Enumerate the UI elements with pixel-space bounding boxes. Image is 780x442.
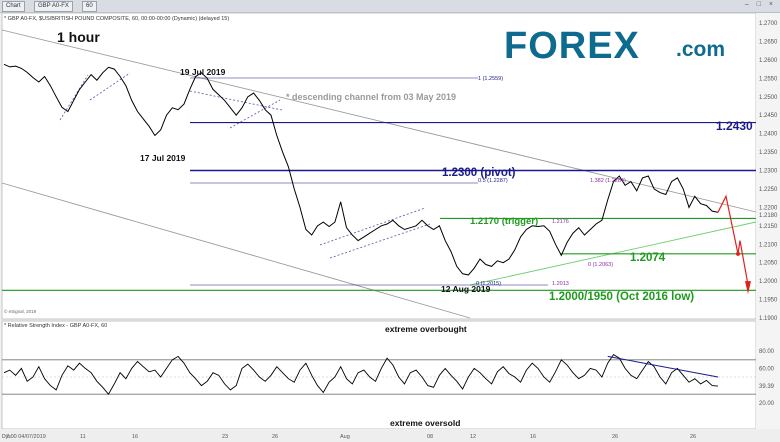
rsi-label-overbought: extreme overbought	[385, 324, 467, 334]
price-y-tick-label: 1.2100	[759, 242, 778, 248]
rsi-y-tick-label: 20.00	[759, 401, 775, 407]
x-tick-label: 12	[470, 434, 476, 440]
price-y-tick-label: 1.2250	[759, 187, 778, 193]
fib-label-1-382: 1.382 (1.2284)	[590, 178, 626, 184]
fib-label-0-2063: 0 (1.2063)	[588, 262, 613, 268]
fib-label-1-2176: 1.2176	[552, 219, 569, 225]
price-y-tick-label: 1.2050	[759, 261, 778, 267]
annotation-17-jul: 17 Jul 2019	[140, 153, 186, 163]
price-y-tick-label: 1.2350	[759, 150, 778, 156]
level-label-1-2430: 1.2430	[716, 119, 753, 133]
price-y-tick-label: 1.2300	[759, 169, 778, 175]
price-y-tick-label: 1.2600	[759, 58, 778, 64]
price-y-tick-label: 1.2150	[759, 224, 778, 230]
watermark: © eSignal, 2019	[4, 308, 37, 314]
fib-label-1-2013: 1.2013	[552, 281, 569, 287]
rsi-y-tick-label: 60.00	[759, 366, 775, 372]
x-tick-label: 08	[427, 434, 433, 440]
x-tick-label: 26	[612, 434, 618, 440]
x-tick-label: 7.00 04/07/2019	[6, 434, 46, 440]
price-panel-header: * GBP A0-FX, $US/BRITISH POUND COMPOSITE…	[4, 16, 229, 22]
price-y-tick-label: 1.1950	[759, 298, 778, 304]
rsi-panel	[1, 320, 757, 430]
logo-suffix: .com	[676, 38, 725, 61]
price-panel	[1, 12, 757, 320]
annotation-19-jul: 19 Jul 2019	[180, 67, 226, 77]
rsi-panel-header: * Relative Strength Index - GBP A0-FX, 6…	[4, 323, 107, 329]
logo-text: FOREX	[504, 25, 640, 67]
fib-label-0-2015: 0 (1.2015)	[476, 281, 501, 287]
x-tick-label: 16	[530, 434, 536, 440]
x-tick-label: 26	[272, 434, 278, 440]
x-tick-label: 16	[132, 434, 138, 440]
price-y-tick-label: 1.2550	[759, 76, 778, 82]
price-y-tick-label: 1.2450	[759, 113, 778, 119]
price-y-tick-label: 1.2700	[759, 21, 778, 27]
price-y-tick-label: 1.2500	[759, 95, 778, 101]
forecast-point	[736, 251, 740, 256]
x-tick-label: 23	[222, 434, 228, 440]
level-label-oct-2016-low: 1.2000/1950 (Oct 2016 low)	[549, 291, 694, 303]
rsi-y-tick-label: 39.39	[759, 384, 775, 390]
level-label-1-2074: 1.2074	[630, 252, 666, 264]
fib-label-1-2559: 1 (1.2559)	[478, 76, 503, 82]
price-y-tick-label: 1.2650	[759, 39, 778, 45]
x-axis-strip	[0, 429, 780, 442]
price-y-tick-label: 1.2180	[759, 213, 778, 219]
rsi-label-oversold: extreme oversold	[390, 418, 460, 428]
forex-chart: 1.2700 1.2650 1.2600 1.2550 1.2500 1.2450 1.24…	[0, 12, 780, 442]
x-tick-label: 26	[690, 434, 696, 440]
channel-annotation: * descending channel from 03 May 2019	[286, 92, 456, 102]
rsi-y-tick-label: 80.00	[759, 349, 775, 355]
timeframe-label: 1 hour	[57, 29, 100, 45]
price-y-tick-label: 1.2000	[759, 279, 778, 285]
fib-label-0-5: 0.5 (1.2287)	[478, 178, 508, 184]
price-y-tick-label: 1.2200	[759, 205, 778, 211]
x-tick-label: 11	[80, 434, 86, 440]
price-y-tick-label: 1.2400	[759, 132, 778, 138]
level-label-trigger: 1.2170 (trigger)	[470, 216, 538, 227]
x-tick-label: Aug	[340, 434, 350, 440]
price-y-tick-label: 1.1900	[759, 316, 778, 322]
bottom-left-label: Dys	[2, 434, 11, 440]
